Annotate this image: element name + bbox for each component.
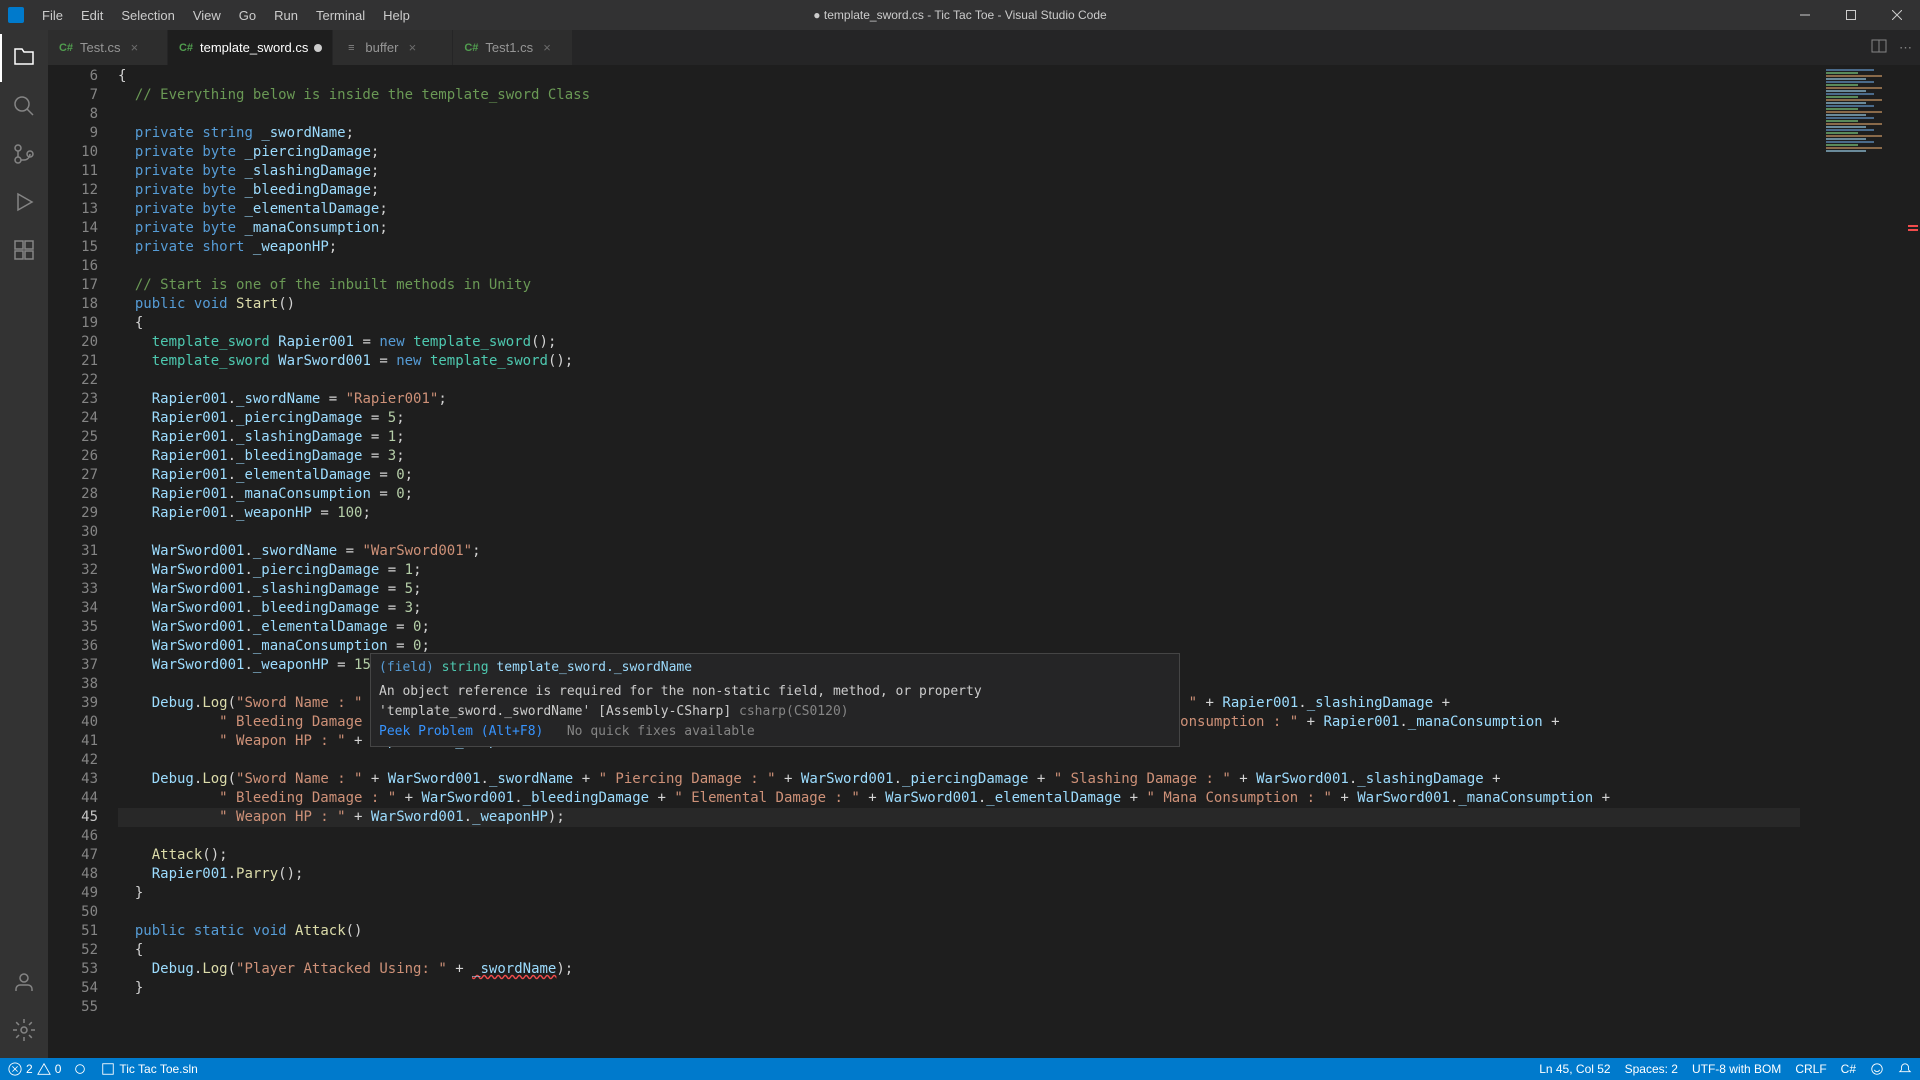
close-icon[interactable]: × bbox=[539, 40, 555, 56]
minimap-error-marker[interactable] bbox=[1908, 229, 1918, 231]
hover-kind: (field) bbox=[379, 660, 434, 675]
menu-file[interactable]: File bbox=[34, 4, 71, 27]
activity-source-control[interactable] bbox=[0, 130, 48, 178]
tab-buffer[interactable]: ≡buffer× bbox=[333, 30, 453, 65]
hover-error-code: csharp(CS0120) bbox=[739, 704, 849, 719]
status-bar: 2 0 Tic Tac Toe.sln Ln 45, Col 52 Spaces… bbox=[0, 1058, 1920, 1080]
more-actions-icon[interactable]: ⋯ bbox=[1899, 40, 1912, 56]
status-feedback-icon[interactable] bbox=[1870, 1062, 1884, 1076]
status-sln[interactable]: Tic Tac Toe.sln bbox=[101, 1062, 197, 1076]
activity-search[interactable] bbox=[0, 82, 48, 130]
menu-run[interactable]: Run bbox=[266, 4, 306, 27]
menu-selection[interactable]: Selection bbox=[113, 4, 182, 27]
status-bell-icon[interactable] bbox=[1898, 1062, 1912, 1076]
minimize-button[interactable] bbox=[1782, 0, 1828, 30]
minimap[interactable] bbox=[1800, 65, 1920, 1058]
tab-test-cs[interactable]: C#Test.cs× bbox=[48, 30, 168, 65]
line-gutter: 6789101112131415161718192021222324252627… bbox=[48, 65, 118, 1058]
menu-help[interactable]: Help bbox=[375, 4, 418, 27]
maximize-button[interactable] bbox=[1828, 0, 1874, 30]
editor-tabs: C#Test.cs× C#template_sword.cs ≡buffer× … bbox=[48, 30, 1920, 65]
split-editor-icon[interactable] bbox=[1871, 38, 1887, 57]
tab-label: Test1.cs bbox=[485, 40, 533, 55]
status-problems[interactable]: 2 0 bbox=[8, 1062, 87, 1076]
titlebar: File Edit Selection View Go Run Terminal… bbox=[0, 0, 1920, 30]
status-lang[interactable]: C# bbox=[1841, 1062, 1856, 1076]
close-icon[interactable]: × bbox=[404, 40, 420, 56]
tab-label: template_sword.cs bbox=[200, 40, 308, 55]
activity-explorer[interactable] bbox=[0, 34, 48, 82]
activity-accounts[interactable] bbox=[0, 958, 48, 1006]
dirty-icon bbox=[314, 44, 322, 52]
vscode-logo-icon bbox=[8, 7, 24, 23]
status-cursor[interactable]: Ln 45, Col 52 bbox=[1539, 1062, 1610, 1076]
status-indent[interactable]: Spaces: 2 bbox=[1625, 1062, 1678, 1076]
activity-extensions[interactable] bbox=[0, 226, 48, 274]
no-quickfix-text: No quick fixes available bbox=[567, 724, 755, 739]
activity-bar bbox=[0, 30, 48, 1058]
code-content[interactable]: { // Everything below is inside the temp… bbox=[118, 65, 1800, 1058]
tab-test1-cs[interactable]: C#Test1.cs× bbox=[453, 30, 573, 65]
close-button[interactable] bbox=[1874, 0, 1920, 30]
tab-template-sword[interactable]: C#template_sword.cs bbox=[168, 30, 333, 65]
activity-settings[interactable] bbox=[0, 1006, 48, 1054]
status-encoding[interactable]: UTF-8 with BOM bbox=[1692, 1062, 1781, 1076]
code-editor[interactable]: 6789101112131415161718192021222324252627… bbox=[48, 65, 1920, 1058]
hover-symbol: template_sword._swordName bbox=[496, 660, 692, 675]
peek-problem-link[interactable]: Peek Problem (Alt+F8) bbox=[379, 724, 543, 739]
menu-edit[interactable]: Edit bbox=[73, 4, 111, 27]
window-title: ● template_sword.cs - Tic Tac Toe - Visu… bbox=[813, 8, 1106, 22]
tab-label: buffer bbox=[365, 40, 398, 55]
status-eol[interactable]: CRLF bbox=[1795, 1062, 1826, 1076]
hover-error-text: An object reference is required for the … bbox=[379, 684, 982, 719]
minimap-error-marker[interactable] bbox=[1908, 225, 1918, 227]
menu-go[interactable]: Go bbox=[231, 4, 264, 27]
hover-type: string bbox=[442, 660, 489, 675]
menu-terminal[interactable]: Terminal bbox=[308, 4, 373, 27]
activity-run-debug[interactable] bbox=[0, 178, 48, 226]
menu-view[interactable]: View bbox=[185, 4, 229, 27]
tab-label: Test.cs bbox=[80, 40, 120, 55]
hover-tooltip: (field) string template_sword._swordName… bbox=[370, 653, 1180, 747]
close-icon[interactable]: × bbox=[126, 40, 142, 56]
